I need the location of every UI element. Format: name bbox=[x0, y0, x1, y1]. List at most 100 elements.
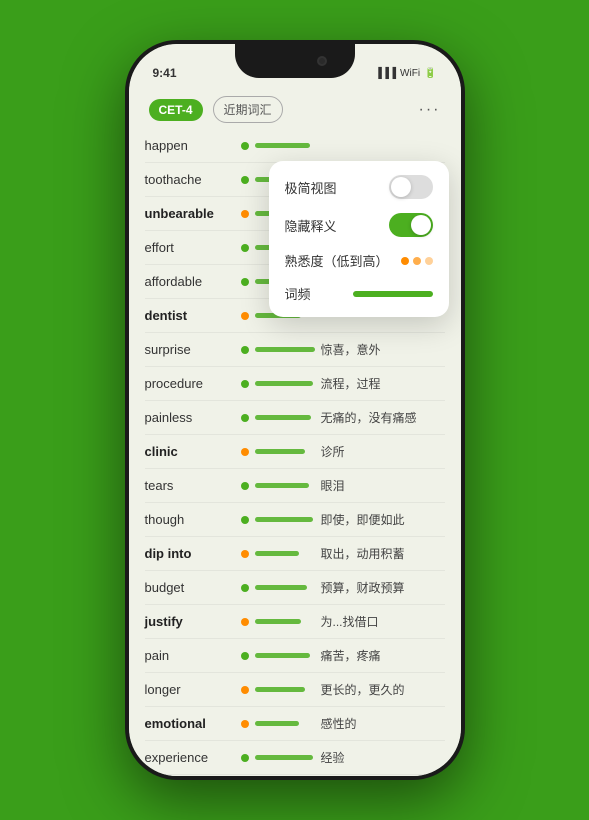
more-dots[interactable]: ··· bbox=[419, 101, 441, 119]
familiarity-dot bbox=[241, 584, 249, 592]
word-row[interactable]: tears 眼泪 bbox=[145, 469, 445, 503]
familiarity-dot bbox=[241, 414, 249, 422]
word-row[interactable]: happen bbox=[145, 129, 445, 163]
word-row[interactable]: pain 痛苦，疼痛 bbox=[145, 639, 445, 673]
freq-fill bbox=[255, 347, 315, 352]
word-row[interactable]: painless 无痛的，没有痛感 bbox=[145, 401, 445, 435]
familiarity-dots bbox=[401, 257, 433, 265]
word-text: experience bbox=[145, 750, 235, 765]
familiarity-dot bbox=[241, 516, 249, 524]
familiarity-dot bbox=[241, 142, 249, 150]
word-text: effort bbox=[145, 240, 235, 255]
freq-fill bbox=[255, 653, 310, 658]
camera bbox=[317, 56, 327, 66]
minimal-view-label: 极简视图 bbox=[285, 178, 337, 197]
word-row[interactable]: budget 预算，财政预算 bbox=[145, 571, 445, 605]
word-row[interactable]: though 即使，即便如此 bbox=[145, 503, 445, 537]
word-text: emotional bbox=[145, 716, 235, 731]
word-meaning: 更长的，更久的 bbox=[321, 681, 445, 698]
signal-icon: ▐▐▐ bbox=[375, 68, 396, 79]
word-text: happen bbox=[145, 138, 235, 153]
freq-fill bbox=[255, 585, 307, 590]
word-text: unbearable bbox=[145, 206, 235, 221]
status-icons: ▐▐▐ WiFi 🔋 bbox=[375, 68, 437, 79]
frequency-bar bbox=[255, 618, 315, 626]
word-text: surprise bbox=[145, 342, 235, 357]
recent-badge[interactable]: 近期词汇 bbox=[213, 96, 283, 123]
frequency-bar bbox=[255, 516, 315, 524]
word-row[interactable]: longer 更长的，更久的 bbox=[145, 673, 445, 707]
word-text: longer bbox=[145, 682, 235, 697]
word-text: tears bbox=[145, 478, 235, 493]
familiarity-dot bbox=[241, 346, 249, 354]
freq-label: 词频 bbox=[285, 284, 311, 303]
frequency-bar bbox=[255, 482, 315, 490]
word-meaning: 经验 bbox=[321, 749, 445, 766]
screen: 9:41 ▐▐▐ WiFi 🔋 CET-4 近期词汇 ··· 极简视图 bbox=[129, 44, 461, 776]
popup-row-freq: 词频 bbox=[285, 284, 433, 303]
word-row[interactable]: experience 经验 bbox=[145, 741, 445, 775]
familiarity-dot bbox=[241, 550, 249, 558]
familiarity-label: 熟悉度（低到高） bbox=[285, 251, 389, 270]
familiarity-dot bbox=[241, 652, 249, 660]
word-row[interactable]: surprise 惊喜，意外 bbox=[145, 333, 445, 367]
frequency-bar bbox=[255, 448, 315, 456]
toggle-thumb bbox=[391, 177, 411, 197]
word-text: painless bbox=[145, 410, 235, 425]
popup-row-hide: 隐藏释义 bbox=[285, 213, 433, 237]
familiarity-dot bbox=[241, 686, 249, 694]
header: CET-4 近期词汇 ··· bbox=[129, 88, 461, 129]
familiarity-dot bbox=[241, 210, 249, 218]
notch bbox=[235, 44, 355, 78]
hide-meaning-label: 隐藏释义 bbox=[285, 216, 337, 235]
word-text: affordable bbox=[145, 274, 235, 289]
frequency-bar bbox=[255, 346, 315, 354]
dot-high bbox=[425, 257, 433, 265]
freq-fill bbox=[255, 755, 313, 760]
dot-mid bbox=[413, 257, 421, 265]
wifi-icon: WiFi bbox=[400, 68, 420, 79]
frequency-bar bbox=[255, 142, 315, 150]
word-meaning: 即使，即便如此 bbox=[321, 511, 445, 528]
familiarity-dot bbox=[241, 618, 249, 626]
freq-fill bbox=[255, 619, 301, 624]
dot-low bbox=[401, 257, 409, 265]
word-meaning: 取出，动用积蓄 bbox=[321, 545, 445, 562]
word-text: justify bbox=[145, 614, 235, 629]
settings-popup: 极简视图 隐藏释义 熟悉度（低到高） bbox=[269, 161, 449, 317]
frequency-bar bbox=[255, 686, 315, 694]
freq-fill bbox=[255, 415, 311, 420]
status-time: 9:41 bbox=[153, 66, 177, 80]
word-text: budget bbox=[145, 580, 235, 595]
hide-meaning-toggle[interactable] bbox=[389, 213, 433, 237]
freq-fill bbox=[255, 551, 299, 556]
word-row[interactable]: clinic 诊所 bbox=[145, 435, 445, 469]
freq-fill bbox=[255, 143, 310, 148]
popup-row-familiarity: 熟悉度（低到高） bbox=[285, 251, 433, 270]
word-meaning: 流程，过程 bbox=[321, 375, 445, 392]
familiarity-dot bbox=[241, 754, 249, 762]
word-text: dentist bbox=[145, 308, 235, 323]
word-row[interactable]: procedure 流程，过程 bbox=[145, 367, 445, 401]
word-meaning: 预算，财政预算 bbox=[321, 579, 445, 596]
word-meaning: 眼泪 bbox=[321, 477, 445, 494]
word-meaning: 无痛的，没有痛感 bbox=[321, 409, 445, 426]
freq-fill bbox=[255, 517, 313, 522]
battery-icon: 🔋 bbox=[424, 68, 436, 79]
familiarity-dot bbox=[241, 720, 249, 728]
word-row[interactable]: emotional 感性的 bbox=[145, 707, 445, 741]
familiarity-dot bbox=[241, 380, 249, 388]
word-meaning: 为...找借口 bbox=[321, 613, 445, 630]
toggle-thumb-on bbox=[411, 215, 431, 235]
frequency-bar bbox=[255, 550, 315, 558]
word-row[interactable]: dip into 取出，动用积蓄 bbox=[145, 537, 445, 571]
frequency-bar bbox=[255, 754, 315, 762]
frequency-bar bbox=[255, 414, 315, 422]
frequency-bar bbox=[255, 584, 315, 592]
word-row[interactable]: justify 为...找借口 bbox=[145, 605, 445, 639]
cet-badge[interactable]: CET-4 bbox=[149, 99, 203, 121]
word-text: though bbox=[145, 512, 235, 527]
freq-fill bbox=[255, 483, 309, 488]
word-row[interactable]: thank 谢谢，感谢 bbox=[145, 775, 445, 776]
minimal-view-toggle[interactable] bbox=[389, 175, 433, 199]
